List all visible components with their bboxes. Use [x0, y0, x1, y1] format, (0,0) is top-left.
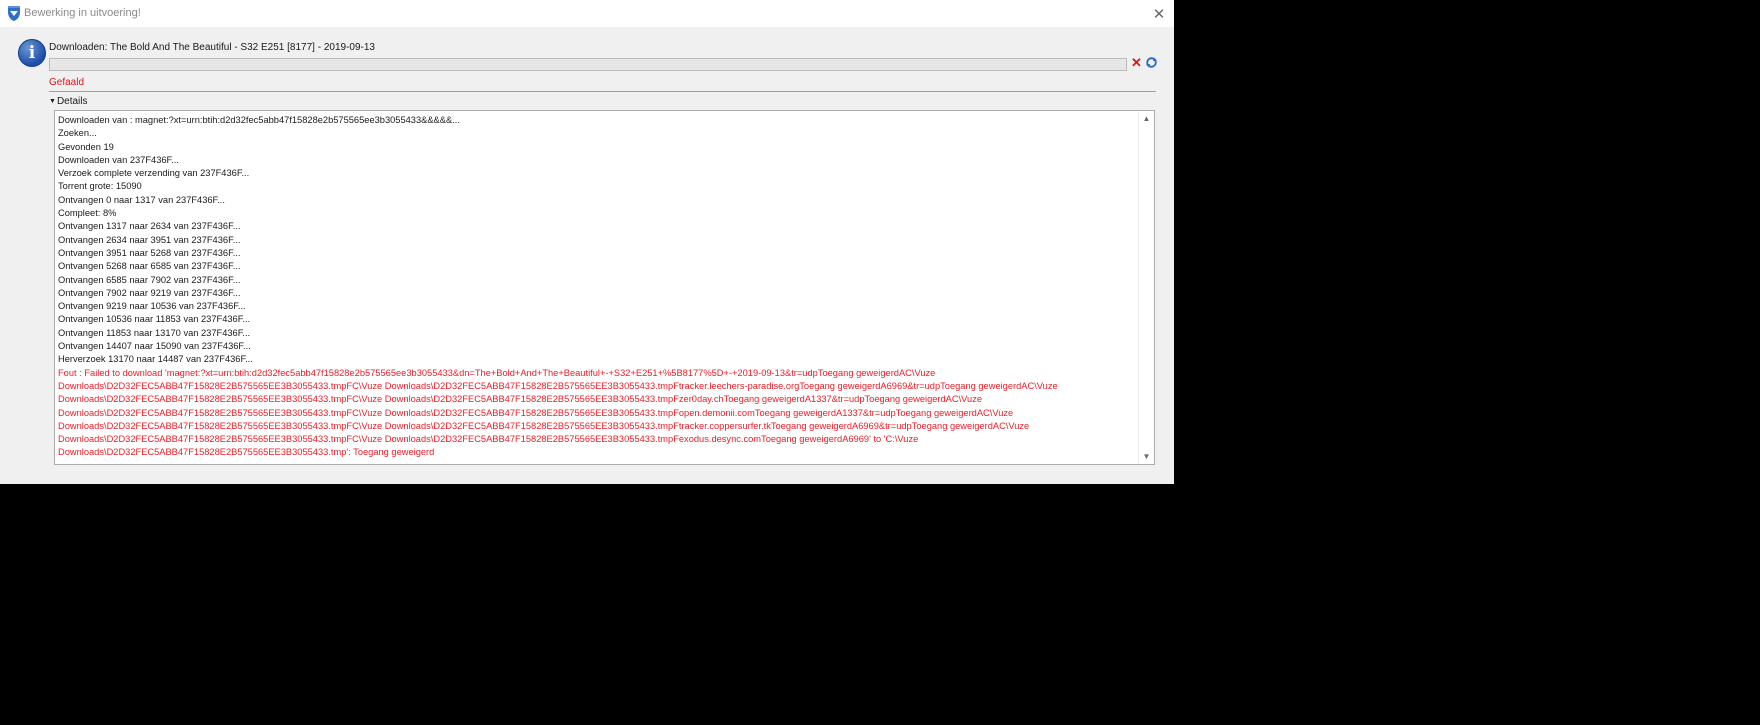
- log-line: Ontvangen 1317 naar 2634 van 237F436F...: [58, 221, 241, 232]
- details-toggle[interactable]: ▼Details: [49, 96, 88, 107]
- error-line: Downloads\D2D32FEC5ABB47F15828E2B575565E…: [58, 420, 1030, 431]
- cancel-x-icon[interactable]: ✕: [1131, 56, 1142, 70]
- log-line: Gevonden 19: [58, 141, 114, 152]
- error-line: Fout : Failed to download 'magnet:?xt=ur…: [58, 367, 936, 378]
- log-line: Compleet: 8%: [58, 208, 117, 219]
- error-line: Downloads\D2D32FEC5ABB47F15828E2B575565E…: [58, 447, 435, 458]
- scroll-up-icon[interactable]: ▲: [1139, 111, 1154, 126]
- log-line: Ontvangen 3951 naar 5268 van 237F436F...: [58, 247, 241, 258]
- details-label: Details: [56, 96, 88, 107]
- log-line: Ontvangen 5268 naar 6585 van 237F436F...: [58, 261, 241, 272]
- info-icon: i: [18, 39, 46, 67]
- status-text: Gefaald: [49, 77, 85, 88]
- close-icon: ✕: [1152, 5, 1166, 23]
- progress-dialog: Bewerking in uitvoering! ✕ i Downloaden:…: [0, 0, 1174, 484]
- log-line: Ontvangen 6585 naar 7902 van 237F436F...: [58, 274, 241, 285]
- retry-icon[interactable]: [1145, 56, 1158, 69]
- dialog-body: i Downloaden: The Bold And The Beautiful…: [0, 27, 1174, 484]
- error-line: Downloads\D2D32FEC5ABB47F15828E2B575565E…: [58, 380, 1058, 391]
- log-line: Ontvangen 14407 naar 15090 van 237F436F.…: [58, 341, 251, 352]
- log-line: Torrent grote: 15090: [58, 181, 142, 192]
- log-line: Ontvangen 7902 naar 9219 van 237F436F...: [58, 287, 241, 298]
- error-line: Downloads\D2D32FEC5ABB47F15828E2B575565E…: [58, 407, 1014, 418]
- log-line: Ontvangen 10536 naar 11853 van 237F436F.…: [58, 314, 251, 325]
- close-button[interactable]: ✕: [1144, 0, 1174, 27]
- log-line: Ontvangen 0 naar 1317 van 237F436F...: [58, 194, 225, 205]
- error-line: Downloads\D2D32FEC5ABB47F15828E2B575565E…: [58, 434, 919, 445]
- vuze-frog-icon: [8, 6, 20, 21]
- log-lines: Downloaden van : magnet:?xt=urn:btih:d2d…: [58, 114, 1138, 367]
- log-line: Ontvangen 9219 naar 10536 van 237F436F..…: [58, 301, 246, 312]
- progress-bar: [49, 58, 1127, 71]
- log-content: Downloaden van : magnet:?xt=urn:btih:d2d…: [58, 114, 1138, 460]
- error-line: Downloads\D2D32FEC5ABB47F15828E2B575565E…: [58, 394, 983, 405]
- error-message: Fout : Failed to download 'magnet:?xt=ur…: [58, 367, 1138, 460]
- scroll-thumb[interactable]: [1143, 127, 1150, 449]
- title-bar[interactable]: Bewerking in uitvoering! ✕: [0, 0, 1174, 27]
- log-line: Herverzoek 13170 naar 14487 van 237F436F…: [58, 354, 253, 365]
- log-line: Ontvangen 11853 naar 13170 van 237F436F.…: [58, 327, 251, 338]
- log-line: Verzoek complete verzending van 237F436F…: [58, 168, 250, 179]
- log-line: Ontvangen 2634 naar 3951 van 237F436F...: [58, 234, 241, 245]
- window-title: Bewerking in uitvoering!: [24, 7, 141, 19]
- log-line: Downloaden van 237F436F...: [58, 154, 179, 165]
- log-line: Downloaden van : magnet:?xt=urn:btih:d2d…: [58, 115, 460, 125]
- download-label: Downloaden: The Bold And The Beautiful -…: [49, 42, 375, 53]
- vertical-scrollbar[interactable]: ▲ ▼: [1138, 111, 1154, 464]
- scroll-down-icon[interactable]: ▼: [1139, 449, 1154, 464]
- separator: [49, 91, 1156, 92]
- expand-triangle-icon: ▼: [49, 98, 56, 105]
- details-log[interactable]: Downloaden van : magnet:?xt=urn:btih:d2d…: [54, 110, 1155, 465]
- log-line: Zoeken...: [58, 128, 97, 139]
